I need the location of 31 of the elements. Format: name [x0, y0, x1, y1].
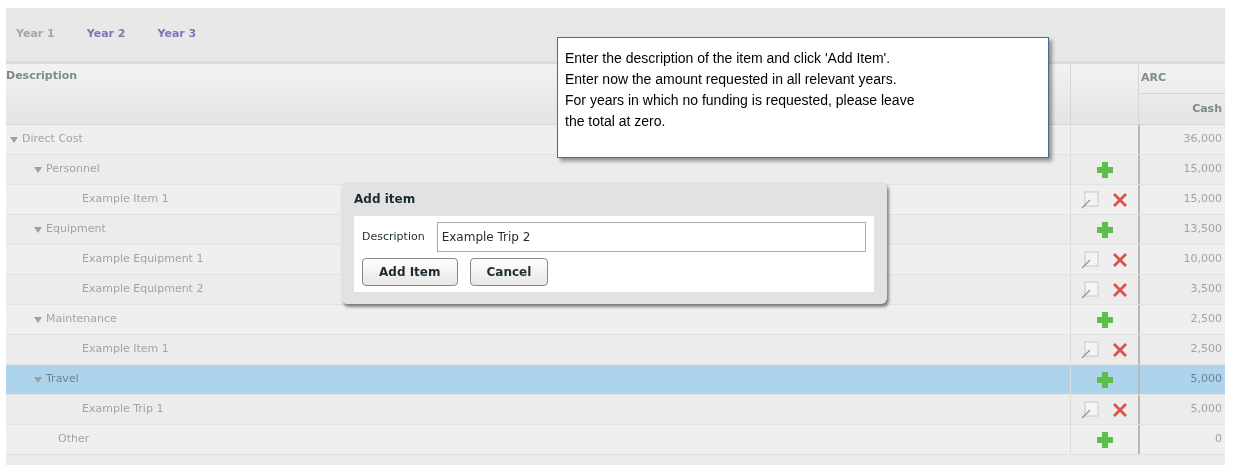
- cash-cell: 5,000: [1190, 401, 1222, 418]
- cash-cell: 2,500: [1190, 341, 1222, 358]
- row-label: Travel: [46, 371, 79, 388]
- help-text-line: Enter the description of the item and click 'Add Item'.: [565, 49, 891, 68]
- row-label: Other: [58, 431, 90, 448]
- field-label: Description: [362, 228, 425, 245]
- row-label: Example Item 1: [82, 341, 169, 358]
- cash-cell: 10,000: [1183, 251, 1222, 268]
- row-label: Example Item 1: [82, 191, 169, 208]
- row-label: Maintenance: [46, 311, 117, 328]
- cash-cell: 15,000: [1183, 161, 1222, 178]
- dialog-title: Add item: [354, 191, 417, 208]
- help-text-line: For years in which no funding is requested, please leave: [565, 91, 915, 110]
- cash-cell: 15,000: [1183, 191, 1222, 208]
- help-text-line: the total at zero.: [565, 112, 666, 131]
- cash-cell: 36,000: [1183, 131, 1222, 148]
- row-label: Equipment: [46, 221, 106, 238]
- cash-cell: 13,500: [1183, 221, 1222, 238]
- cash-cell: 0: [1215, 431, 1222, 448]
- cash-cell: 3,500: [1190, 281, 1222, 298]
- cash-cell: 2,500: [1190, 311, 1222, 328]
- help-text-line: Enter now the amount requested in all relevant years.: [565, 70, 897, 89]
- row-label: Example Equipment 2: [82, 281, 204, 298]
- column-header: Description: [6, 69, 78, 82]
- column-header: Cash: [1192, 100, 1222, 117]
- cash-cell: 5,000: [1190, 371, 1222, 388]
- row-label: Direct Cost: [22, 131, 83, 148]
- row-label: Example Trip 1: [82, 401, 164, 418]
- column-header: ARC: [1141, 70, 1167, 87]
- row-label: Example Equipment 1: [82, 251, 204, 268]
- row-label: Personnel: [46, 161, 100, 178]
